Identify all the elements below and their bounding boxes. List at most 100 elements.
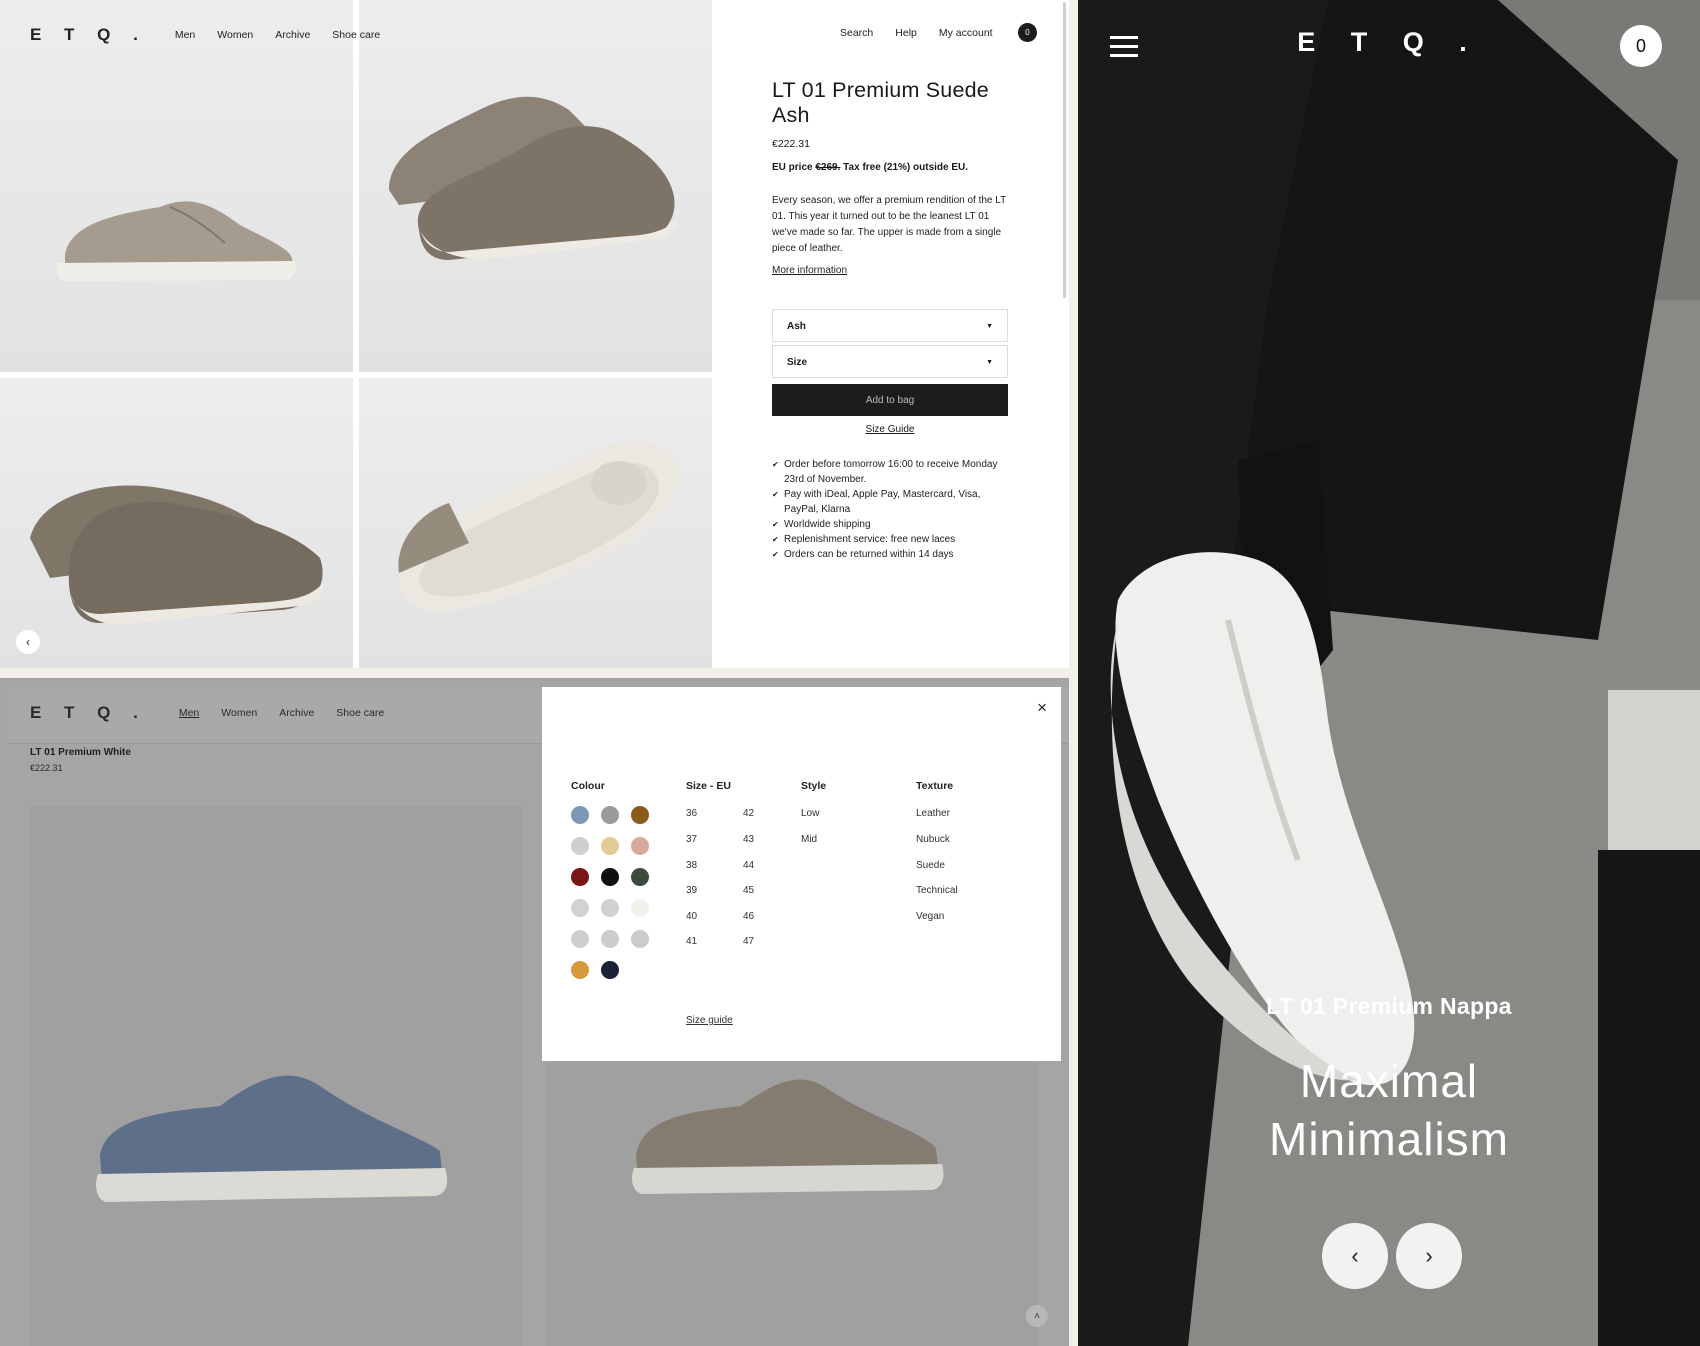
scrollbar[interactable] xyxy=(1063,2,1066,298)
size-option[interactable]: 41 xyxy=(686,936,697,947)
filter-modal: × Colour Size - EU Style Texture 36 37 3… xyxy=(542,687,1061,1061)
size-select[interactable]: Size ▼ xyxy=(772,345,1008,378)
hero-panel: E T Q . 0 LT 01 Premium Nappa Maximal Mi… xyxy=(1078,0,1700,1346)
filter-page-panel: E T Q . Men Women Archive Shoe care LT 0… xyxy=(0,678,1069,1346)
nav-women[interactable]: Women xyxy=(221,707,257,719)
product-card-blue[interactable] xyxy=(30,806,522,1346)
colour-swatch[interactable] xyxy=(601,930,619,948)
colour-select[interactable]: Ash ▼ xyxy=(772,309,1008,342)
style-option[interactable]: Low xyxy=(801,808,819,819)
main-nav: E T Q . Men Women Archive Shoe care xyxy=(30,25,380,45)
utility-nav: Search Help My account xyxy=(840,27,993,39)
colour-swatch[interactable] xyxy=(631,899,649,917)
colour-swatch[interactable] xyxy=(601,837,619,855)
chevron-left-icon: ‹ xyxy=(26,635,30,649)
colour-swatch[interactable] xyxy=(601,961,619,979)
size-option[interactable]: 45 xyxy=(743,885,754,896)
style-option[interactable]: Mid xyxy=(801,834,817,845)
size-guide-link[interactable]: Size Guide xyxy=(772,424,1008,435)
colour-swatch[interactable] xyxy=(631,868,649,886)
colour-swatch[interactable] xyxy=(601,899,619,917)
carousel-prev-button[interactable]: ‹ xyxy=(16,630,40,654)
colour-heading: Colour xyxy=(571,780,605,792)
benefit-item: Order before tomorrow 16:00 to receive M… xyxy=(772,457,1002,487)
size-option[interactable]: 38 xyxy=(686,860,697,871)
shoe-taupe-image xyxy=(632,1079,944,1194)
size-option[interactable]: 40 xyxy=(686,911,697,922)
size-option[interactable]: 39 xyxy=(686,885,697,896)
size-option[interactable]: 43 xyxy=(743,834,754,845)
colour-select-value: Ash xyxy=(787,321,806,332)
product-page-panel: ‹ E T Q . Men Women Archive Shoe care Se… xyxy=(0,0,1069,668)
eu-price-label: EU price xyxy=(772,162,813,173)
eu-price-line: EU price €269. Tax free (21%) outside EU… xyxy=(772,162,1012,173)
main-nav: E T Q . Men Women Archive Shoe care xyxy=(30,703,384,723)
cart-badge[interactable]: 0 xyxy=(1018,23,1037,42)
benefit-item: Worldwide shipping xyxy=(772,517,1002,532)
logo[interactable]: E T Q . xyxy=(30,703,147,723)
hero-title-line: Maximal xyxy=(1299,1055,1479,1107)
shoe-pair-image xyxy=(389,96,678,260)
hero-next-button[interactable]: › xyxy=(1396,1223,1462,1289)
colour-swatch[interactable] xyxy=(571,868,589,886)
size-option[interactable]: 46 xyxy=(743,911,754,922)
cart-button[interactable]: 0 xyxy=(1620,25,1662,67)
nav-shoe-care[interactable]: Shoe care xyxy=(336,707,384,719)
colour-swatch[interactable] xyxy=(601,806,619,824)
product-photo-pair xyxy=(359,0,712,372)
colour-swatch[interactable] xyxy=(631,837,649,855)
nav-search[interactable]: Search xyxy=(840,27,873,39)
hero-title: Maximal Minimalism xyxy=(1078,1052,1700,1168)
nav-men[interactable]: Men xyxy=(175,29,195,41)
chevron-right-icon: › xyxy=(1425,1243,1433,1268)
texture-heading: Texture xyxy=(916,780,954,792)
nav-shoe-care[interactable]: Shoe care xyxy=(332,29,380,41)
nav-archive[interactable]: Archive xyxy=(279,707,314,719)
size-option[interactable]: 47 xyxy=(743,936,754,947)
nav-men[interactable]: Men xyxy=(179,707,199,719)
colour-swatch[interactable] xyxy=(571,930,589,948)
texture-option[interactable]: Nubuck xyxy=(916,834,950,845)
hero-logo[interactable]: E T Q . xyxy=(1078,27,1700,58)
hero-prev-button[interactable]: ‹ xyxy=(1322,1223,1388,1289)
colour-swatch[interactable] xyxy=(571,961,589,979)
close-icon[interactable]: × xyxy=(1037,698,1047,718)
benefit-item: Replenishment service: free new laces xyxy=(772,532,1002,547)
benefit-item: Orders can be returned within 14 days xyxy=(772,547,1002,562)
add-to-bag-button[interactable]: Add to bag xyxy=(772,384,1008,416)
product-title: LT 01 Premium Suede Ash xyxy=(772,78,989,127)
size-guide-link[interactable]: Size guide xyxy=(686,1015,733,1026)
logo[interactable]: E T Q . xyxy=(30,25,147,45)
shoe-back-image xyxy=(30,485,324,625)
colour-swatch[interactable] xyxy=(571,899,589,917)
chevron-up-icon[interactable]: ˄ xyxy=(1026,1305,1048,1327)
texture-option[interactable]: Suede xyxy=(916,860,945,871)
shoe-blue-image xyxy=(96,1075,448,1202)
colour-swatch[interactable] xyxy=(571,837,589,855)
size-option[interactable]: 42 xyxy=(743,808,754,819)
nav-help[interactable]: Help xyxy=(895,27,917,39)
nav-women[interactable]: Women xyxy=(217,29,253,41)
size-option[interactable]: 36 xyxy=(686,808,697,819)
size-option[interactable]: 37 xyxy=(686,834,697,845)
size-option[interactable]: 44 xyxy=(743,860,754,871)
colour-swatch[interactable] xyxy=(601,868,619,886)
more-information-link[interactable]: More information xyxy=(772,265,1012,276)
product-photo-back: ‹ xyxy=(0,378,353,668)
product-description: Every season, we offer a premium renditi… xyxy=(772,195,1007,254)
hero-subtitle: LT 01 Premium Nappa xyxy=(1266,993,1512,1019)
texture-option[interactable]: Vegan xyxy=(916,911,944,922)
benefit-item: Pay with iDeal, Apple Pay, Mastercard, V… xyxy=(772,487,1002,517)
shoe-sole-image xyxy=(398,440,679,611)
texture-option[interactable]: Leather xyxy=(916,808,950,819)
colour-swatch[interactable] xyxy=(631,930,649,948)
colour-swatch[interactable] xyxy=(571,806,589,824)
nav-archive[interactable]: Archive xyxy=(275,29,310,41)
product-name[interactable]: LT 01 Premium White xyxy=(30,747,131,758)
benefits-list: Order before tomorrow 16:00 to receive M… xyxy=(772,457,1002,562)
texture-option[interactable]: Technical xyxy=(916,885,958,896)
product-price: €222.31 xyxy=(772,138,810,150)
size-select-value: Size xyxy=(787,357,808,368)
nav-my-account[interactable]: My account xyxy=(939,27,993,39)
colour-swatch[interactable] xyxy=(631,806,649,824)
